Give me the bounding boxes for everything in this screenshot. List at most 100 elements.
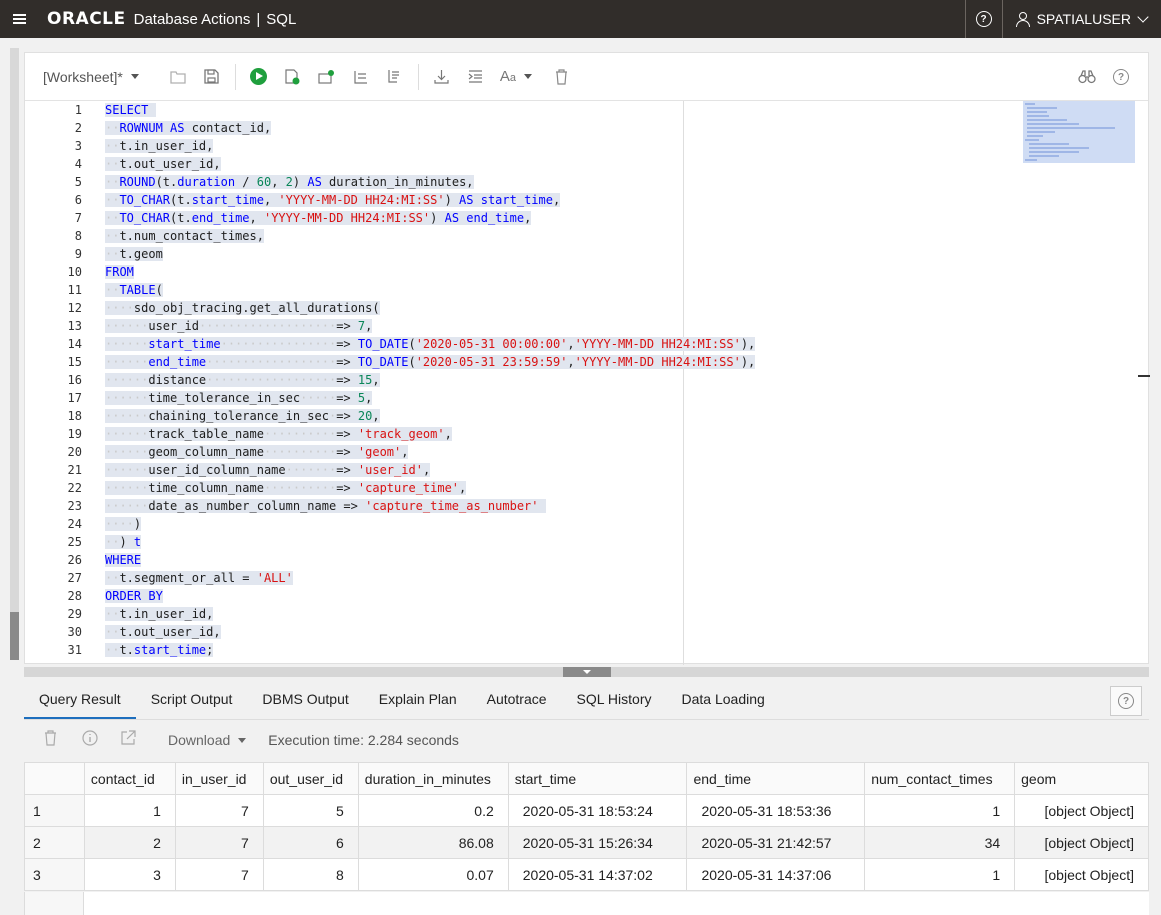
worksheet-toolbar: [Worksheet]* Aa ? bbox=[25, 53, 1148, 101]
line-number: 11 bbox=[67, 283, 82, 297]
results-help-button[interactable]: ? bbox=[1110, 686, 1142, 716]
menu-icon[interactable] bbox=[0, 0, 38, 38]
table-cell[interactable]: 2020-05-31 18:53:24 bbox=[507, 794, 688, 827]
line-number: 15 bbox=[67, 355, 82, 369]
sql-editor[interactable]: 1 2 3 4 5 6 7 8 9 10 11 12 13 14 15 16 17 18 19 20 21 22 23 24 2… bbox=[25, 101, 1150, 665]
splitter-handle[interactable] bbox=[563, 667, 611, 677]
table-cell[interactable]: 86.08 bbox=[357, 826, 509, 859]
row-number: 1 bbox=[24, 794, 85, 827]
line-number: 12 bbox=[67, 301, 82, 315]
column-header[interactable]: out_user_id bbox=[262, 762, 359, 795]
table-cell[interactable]: 2020-05-31 21:42:57 bbox=[686, 826, 866, 859]
worksheet-selector[interactable]: [Worksheet]* bbox=[43, 69, 139, 85]
user-menu-button[interactable]: SPATIALUSER bbox=[1003, 0, 1161, 38]
sql-tuning-icon[interactable] bbox=[378, 62, 412, 92]
table-cell[interactable]: [object Object] bbox=[1014, 794, 1149, 827]
autotrace-icon[interactable] bbox=[344, 62, 378, 92]
column-header[interactable]: num_contact_times bbox=[864, 762, 1016, 795]
tab-query-result[interactable]: Query Result bbox=[24, 691, 136, 719]
table-cell[interactable]: 2020-05-31 14:37:02 bbox=[507, 858, 688, 891]
tab-sql-history[interactable]: SQL History bbox=[562, 691, 667, 719]
line-number: 4 bbox=[74, 157, 82, 171]
table-row[interactable]: 1 1 7 5 0.2 2020-05-31 18:53:24 2020-05-… bbox=[24, 794, 1149, 827]
table-cell[interactable]: 7 bbox=[174, 826, 264, 859]
table-cell[interactable]: 34 bbox=[864, 826, 1016, 859]
user-name: SPATIALUSER bbox=[1036, 11, 1131, 27]
font-size-icon[interactable]: Aa bbox=[493, 62, 539, 92]
panel-splitter[interactable] bbox=[24, 667, 1149, 677]
table-cell[interactable]: 1 bbox=[864, 794, 1016, 827]
trash-icon[interactable] bbox=[44, 730, 82, 750]
table-cell[interactable]: 2020-05-31 15:26:34 bbox=[507, 826, 688, 859]
column-header[interactable]: duration_in_minutes bbox=[357, 762, 509, 795]
binoculars-icon[interactable] bbox=[1070, 62, 1104, 92]
worksheet-panel: [Worksheet]* Aa ? 1 2 3 4 5 6 7 8 9 10 1… bbox=[24, 52, 1150, 665]
line-number: 30 bbox=[67, 625, 82, 639]
save-icon[interactable] bbox=[195, 62, 229, 92]
table-cell[interactable]: 6 bbox=[262, 826, 359, 859]
table-cell[interactable]: 2 bbox=[83, 826, 176, 859]
column-header[interactable]: contact_id bbox=[83, 762, 176, 795]
explain-plan-icon[interactable] bbox=[310, 62, 344, 92]
column-header[interactable]: in_user_id bbox=[174, 762, 264, 795]
tab-explain-plan[interactable]: Explain Plan bbox=[364, 691, 472, 719]
line-number: 17 bbox=[67, 391, 82, 405]
column-header[interactable]: start_time bbox=[507, 762, 688, 795]
editor-minimap[interactable] bbox=[1023, 101, 1135, 163]
trash-icon[interactable] bbox=[545, 62, 579, 92]
table-cell[interactable]: 3 bbox=[83, 858, 176, 891]
tab-dbms-output[interactable]: DBMS Output bbox=[247, 691, 363, 719]
info-icon[interactable] bbox=[82, 730, 120, 750]
table-cell[interactable]: 8 bbox=[262, 858, 359, 891]
table-cell[interactable]: 2020-05-31 18:53:36 bbox=[686, 794, 866, 827]
editor-scroll-marker bbox=[1138, 375, 1150, 377]
line-number-gutter: 1 2 3 4 5 6 7 8 9 10 11 12 13 14 15 16 17 18 19 20 21 22 23 24 2… bbox=[25, 101, 85, 665]
worksheet-name: [Worksheet]* bbox=[43, 68, 123, 85]
table-cell[interactable]: 2020-05-31 14:37:06 bbox=[686, 858, 866, 891]
table-cell[interactable]: [object Object] bbox=[1014, 858, 1149, 891]
open-folder-icon[interactable] bbox=[161, 62, 195, 92]
download-label: Download bbox=[168, 732, 231, 748]
table-cell[interactable]: 7 bbox=[174, 858, 264, 891]
help-button[interactable]: ? bbox=[966, 0, 1002, 38]
run-statement-icon[interactable] bbox=[242, 62, 276, 92]
table-cell[interactable]: 0.2 bbox=[357, 794, 509, 827]
table-cell[interactable]: 5 bbox=[262, 794, 359, 827]
column-header[interactable]: end_time bbox=[686, 762, 866, 795]
line-number: 3 bbox=[74, 139, 82, 153]
download-dropdown[interactable]: Download bbox=[168, 732, 247, 748]
worksheet-help-icon[interactable]: ? bbox=[1104, 62, 1138, 92]
format-icon[interactable] bbox=[459, 62, 493, 92]
line-number: 23 bbox=[67, 499, 82, 513]
column-header[interactable]: geom bbox=[1014, 762, 1149, 795]
line-number: 29 bbox=[67, 607, 82, 621]
section-title: SQL bbox=[266, 10, 297, 28]
tab-data-loading[interactable]: Data Loading bbox=[667, 691, 780, 719]
table-row[interactable]: 3 3 7 8 0.07 2020-05-31 14:37:02 2020-05… bbox=[24, 858, 1149, 891]
navigator-toggle-handle[interactable] bbox=[10, 612, 19, 660]
table-cell[interactable]: 0.07 bbox=[357, 858, 509, 891]
open-external-icon[interactable] bbox=[120, 730, 158, 750]
line-number: 21 bbox=[67, 463, 82, 477]
line-number: 10 bbox=[67, 265, 82, 279]
help-icon: ? bbox=[1118, 693, 1134, 709]
download-icon[interactable] bbox=[425, 62, 459, 92]
chevron-down-icon bbox=[1137, 11, 1149, 23]
tab-script-output[interactable]: Script Output bbox=[136, 691, 248, 719]
table-cell[interactable]: [object Object] bbox=[1014, 826, 1149, 859]
line-number: 27 bbox=[67, 571, 82, 585]
tab-autotrace[interactable]: Autotrace bbox=[472, 691, 562, 719]
results-grid[interactable]: contact_id in_user_id out_user_id durati… bbox=[24, 762, 1149, 891]
table-cell[interactable]: 1 bbox=[864, 858, 1016, 891]
table-row[interactable]: 2 2 7 6 86.08 2020-05-31 15:26:34 2020-0… bbox=[24, 826, 1149, 859]
line-number: 26 bbox=[67, 553, 82, 567]
line-number: 13 bbox=[67, 319, 82, 333]
oracle-logo: ORACLE bbox=[47, 9, 126, 29]
line-number: 8 bbox=[74, 229, 82, 243]
line-number: 25 bbox=[67, 535, 82, 549]
table-cell[interactable]: 7 bbox=[174, 794, 264, 827]
line-number: 20 bbox=[67, 445, 82, 459]
table-cell[interactable]: 1 bbox=[83, 794, 176, 827]
sql-code[interactable]: SELECT ··ROWNUM AS contact_id, ··t.in_us… bbox=[105, 101, 756, 659]
run-script-icon[interactable] bbox=[276, 62, 310, 92]
